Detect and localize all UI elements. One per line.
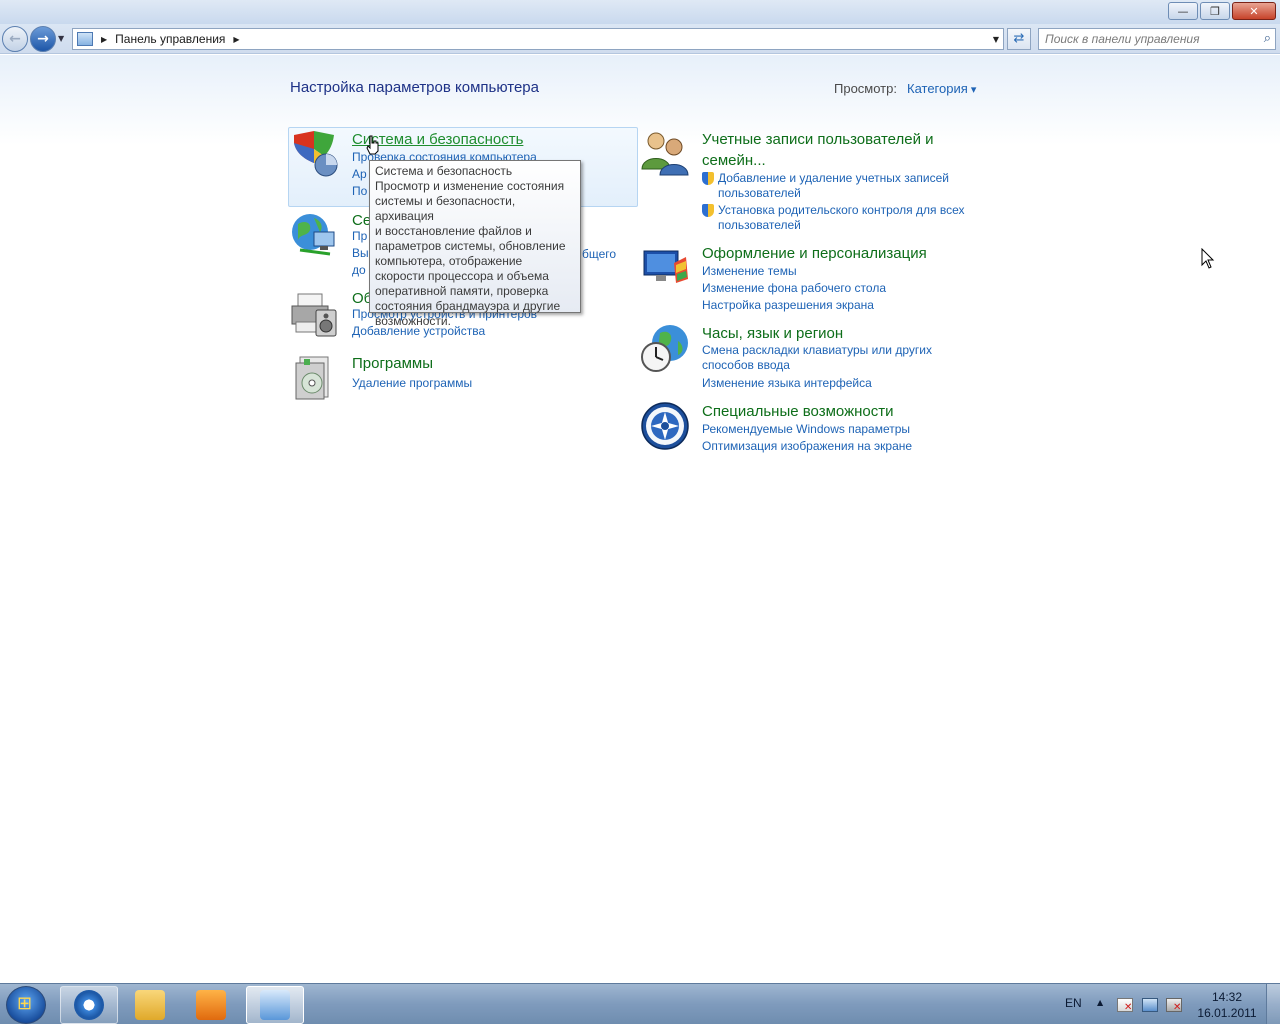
media-player-icon [196,990,226,1020]
search-input[interactable] [1039,29,1249,49]
category-links: Смена раскладки клавиатуры или других сп… [702,343,942,392]
tooltip-line: возможности. [375,314,451,328]
users-icon [641,132,689,176]
category-title[interactable]: Часы, язык и регион [702,323,843,344]
view-label: Просмотр: [834,81,897,96]
category-links: Рекомендуемые Windows параметры Оптимиза… [702,421,912,455]
page-title: Настройка параметров компьютера [290,79,539,96]
search-icon[interactable]: ⌕ [1264,31,1271,46]
uninstall-program-link[interactable]: Удаление программы [352,375,472,392]
category-title-line[interactable]: семейн... [702,150,934,171]
internet-explorer-icon [74,990,104,1020]
tooltip-line: компьютера, отображение [375,254,523,268]
recent-pages-dropdown[interactable]: ▼ [58,34,64,43]
category-user-accounts[interactable]: Учетные записи пользователей и семейн...… [640,129,980,235]
programs-icon [295,356,329,400]
keyboard-layout-link[interactable]: Смена раскладки клавиатуры или других сп… [702,343,942,373]
change-wallpaper-link[interactable]: Изменение фона рабочего стола [702,280,886,297]
address-dropdown-icon[interactable]: ▼ [993,35,999,44]
search-box[interactable]: ⌕ [1038,28,1276,50]
optimize-display-link[interactable]: Оптимизация изображения на экране [702,438,912,455]
taskbar-explorer[interactable] [121,986,179,1024]
taskbar-control-panel[interactable] [246,986,304,1024]
back-button[interactable]: ← [2,26,28,52]
network-tray-icon[interactable] [1142,998,1158,1012]
hand-cursor-icon [366,135,379,155]
sharing-link-fragment[interactable]: бщего [582,247,616,261]
category-links: Пр Вы до [352,228,369,279]
category-title[interactable]: Специальные возможности [702,401,894,422]
tooltip-line: системы и безопасности, архивация [375,194,516,223]
network-globe-icon [292,214,335,256]
window-controls: — ❐ ✕ [1168,2,1276,20]
category-title[interactable]: Программы [352,353,433,374]
view-mode-dropdown[interactable]: Категория [907,81,976,96]
control-panel-icon [77,32,93,46]
title-bar: — ❐ ✕ [0,0,1280,24]
tooltip-line: параметров системы, обновление [375,239,566,253]
main-content: Настройка параметров компьютера Просмотр… [0,55,1280,983]
clock-time: 14:32 [1211,990,1243,1004]
volume-muted-icon[interactable]: ✕ [1166,998,1182,1013]
forward-button[interactable]: → [30,26,56,52]
language-indicator[interactable]: EN [1065,996,1082,1010]
category-title[interactable]: Оформление и персонализация [702,243,927,264]
add-remove-accounts-link[interactable]: Добавление и удаление учетных записей по… [702,171,972,201]
minimize-button[interactable]: — [1168,2,1198,20]
control-panel-icon [260,990,290,1020]
show-desktop-button[interactable] [1266,984,1280,1024]
breadcrumb-arrow-icon[interactable]: ▶ [233,35,239,44]
taskbar-internet-explorer[interactable] [60,986,118,1024]
refresh-button[interactable]: ⇄ [1007,28,1031,50]
change-theme-link[interactable]: Изменение темы [702,263,886,280]
clock[interactable]: 14:32 16.01.2011 [1192,989,1262,1021]
sharing-link[interactable]: до [352,262,369,279]
folder-icon [135,990,165,1020]
printer-icon [291,293,337,337]
category-clock-language-region[interactable]: Часы, язык и регион Смена раскладки клав… [640,323,980,393]
address-bar[interactable]: ▶ Панель управления ▶ ▼ [72,28,1004,50]
tooltip-line: Просмотр и изменение состояния [375,179,565,193]
homegroup-link[interactable]: Вы [352,245,369,262]
category-ease-of-access[interactable]: Специальные возможности Рекомендуемые Wi… [640,401,980,457]
arrow-cursor-icon [1201,248,1215,269]
category-title[interactable]: Учетные записи пользователей и семейн... [702,129,934,171]
clock-date: 16.01.2011 [1197,1006,1257,1020]
clock-globe-icon [641,325,688,372]
parental-controls-link[interactable]: Установка родительского контроля для все… [702,203,972,233]
category-links: Изменение темы Изменение фона рабочего с… [702,263,886,314]
navigation-bar: ← → ▼ ▶ Панель управления ▶ ▼ ⇄ ⌕ [0,24,1280,54]
tooltip-line: скорости процессора и объема [375,269,549,283]
screen-resolution-link[interactable]: Настройка разрешения экрана [702,297,886,314]
category-links: Добавление и удаление учетных записей по… [702,171,972,235]
show-hidden-icons-icon[interactable]: ▲ [1097,998,1103,1007]
maximize-button[interactable]: ❐ [1200,2,1230,20]
category-title-line[interactable]: Учетные записи пользователей и [702,129,934,150]
tooltip-line: и восстановление файлов и [375,224,532,238]
category-programs[interactable]: Программы Удаление программы [290,353,630,403]
appearance-icon [643,250,688,283]
category-links: Удаление программы [352,375,472,392]
recommended-settings-link[interactable]: Рекомендуемые Windows параметры [702,421,912,438]
ease-of-access-icon [641,402,689,450]
close-button[interactable]: ✕ [1232,2,1276,20]
breadcrumb-arrow-icon[interactable]: ▶ [101,35,107,44]
display-language-link[interactable]: Изменение языка интерфейса [702,375,942,392]
breadcrumb-control-panel[interactable]: Панель управления [115,32,225,46]
shield-icon [294,131,338,177]
tooltip-line: состояния брандмауэра и другие [375,299,561,313]
taskbar-media-player[interactable] [182,986,240,1024]
tooltip-line: оперативной памяти, проверка [375,284,549,298]
tooltip-line: Система и безопасность [375,164,513,178]
network-status-link[interactable]: Пр [352,228,369,245]
category-tooltip: Система и безопасность Просмотр и измене… [369,160,581,328]
action-center-icon[interactable]: ✕ [1117,998,1133,1013]
category-appearance[interactable]: Оформление и персонализация Изменение те… [640,243,980,314]
start-button[interactable] [6,986,46,1024]
taskbar: EN ▲ ✕ ✕ 14:32 16.01.2011 [0,983,1280,1024]
